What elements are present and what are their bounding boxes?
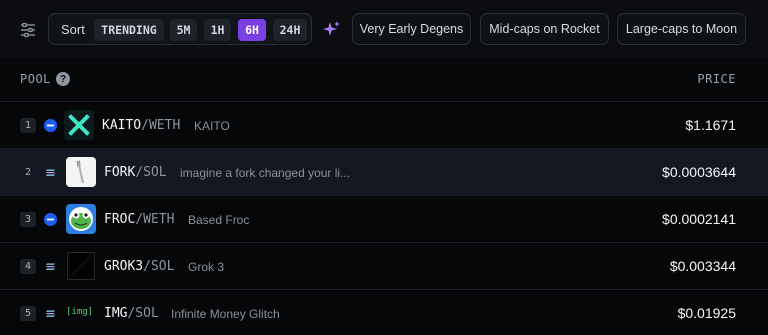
price-value: $0.01925: [677, 305, 736, 321]
filter-toolbar: Sort TRENDING 5M 1H 6H 24H Very Early De…: [0, 0, 768, 58]
quote-symbol: /SOL: [127, 306, 159, 321]
pool-pair: IMG/SOL: [104, 306, 159, 321]
img-broken-logo: [img]: [66, 307, 94, 317]
pool-pair: GROK3/SOL: [104, 259, 174, 274]
table-header: POOL ? PRICE: [0, 58, 768, 102]
filter-sliders-icon[interactable]: [18, 21, 38, 39]
rank-badge: 1: [20, 118, 36, 133]
grok3-logo: [66, 251, 96, 281]
base-symbol: IMG: [104, 306, 128, 321]
table-row[interactable]: 4 GROK3/SOL Grok 3 $0.003344: [0, 243, 768, 290]
price-value: $0.003344: [669, 258, 736, 274]
sort-24h-button[interactable]: 24H: [273, 19, 307, 41]
rank-badge: 4: [20, 259, 36, 274]
preset-mid-caps-button[interactable]: Mid-caps on Rocket: [480, 13, 609, 45]
quote-symbol: /WETH: [135, 212, 175, 227]
fork-logo: [66, 157, 96, 187]
token-name: KAITO: [194, 119, 230, 133]
price-value: $0.0002141: [662, 211, 736, 227]
preset-large-caps-button[interactable]: Large-caps to Moon: [617, 13, 746, 45]
help-icon[interactable]: ?: [56, 72, 70, 86]
table-row[interactable]: 2 FORK/SOL imagine a fork changed your l…: [0, 149, 768, 196]
pool-pair: KAITO/WETH: [102, 118, 180, 133]
price-value: $1.1671: [685, 117, 736, 133]
table-row[interactable]: 3 FROC/WETH Based Froc $0.0002141: [0, 196, 768, 243]
sort-label: Sort: [61, 22, 85, 37]
token-name: Based Froc: [188, 213, 250, 227]
base-symbol: FORK: [104, 165, 136, 180]
base-chain-icon: [44, 213, 57, 226]
base-chain-icon: [44, 119, 57, 132]
pool-column-header[interactable]: POOL: [20, 72, 51, 86]
table-row[interactable]: 5 [img] IMG/SOL Infinite Money Glitch $0…: [0, 290, 768, 335]
solana-chain-icon: [44, 166, 57, 179]
rank-badge: 2: [24, 167, 32, 178]
sort-5m-button[interactable]: 5M: [170, 19, 197, 41]
price-column-header[interactable]: PRICE: [697, 72, 736, 86]
sort-group: Sort TRENDING 5M 1H 6H 24H: [48, 13, 312, 45]
rank-badge: 3: [20, 212, 36, 227]
sort-trending-button[interactable]: TRENDING: [94, 19, 164, 41]
quote-symbol: /SOL: [143, 259, 175, 274]
sparkle-icon[interactable]: [322, 20, 342, 40]
quote-symbol: /WETH: [141, 118, 181, 133]
preset-very-early-degens-button[interactable]: Very Early Degens: [352, 13, 471, 45]
sort-1h-button[interactable]: 1H: [204, 19, 231, 41]
token-name: Grok 3: [188, 260, 225, 274]
price-value: $0.0003644: [662, 164, 736, 180]
base-symbol: GROK3: [104, 259, 144, 274]
token-name: Infinite Money Glitch: [171, 307, 280, 321]
solana-chain-icon: [44, 307, 57, 320]
token-name: imagine a fork changed your li...: [180, 166, 351, 180]
pool-pair: FORK/SOL: [104, 165, 167, 180]
sort-6h-button[interactable]: 6H: [238, 19, 266, 41]
table-row[interactable]: 1 KAITO/WETH KAITO $1.1671: [0, 102, 768, 149]
froc-logo: [66, 204, 96, 234]
pool-pair: FROC/WETH: [104, 212, 174, 227]
kaito-logo: [64, 110, 94, 140]
base-symbol: KAITO: [102, 118, 142, 133]
quote-symbol: /SOL: [135, 165, 167, 180]
rank-badge: 5: [20, 306, 36, 321]
solana-chain-icon: [44, 260, 57, 273]
base-symbol: FROC: [104, 212, 136, 227]
